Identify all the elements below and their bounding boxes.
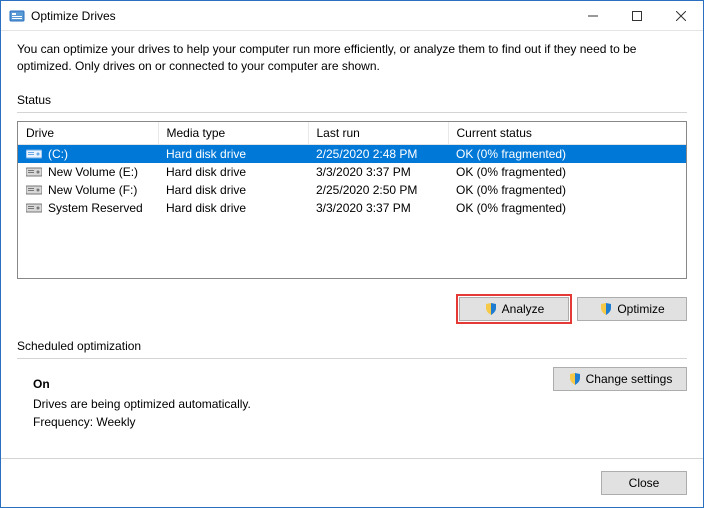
cell-status: OK (0% fragmented) [448, 144, 686, 163]
drive-primary-icon [26, 148, 42, 160]
col-drive[interactable]: Drive [18, 122, 158, 145]
drive-hdd-icon [26, 202, 42, 214]
drive-name: New Volume (F:) [48, 183, 137, 197]
optimize-drives-window: Optimize Drives You can optimize your dr… [0, 0, 704, 508]
cell-media: Hard disk drive [158, 199, 308, 217]
maximize-icon [632, 11, 642, 21]
cell-media: Hard disk drive [158, 144, 308, 163]
close-window-button[interactable] [659, 1, 703, 31]
status-rule [17, 112, 687, 113]
scheduled-on: On [33, 377, 553, 391]
cell-lastrun: 3/3/2020 3:37 PM [308, 163, 448, 181]
close-label: Close [629, 476, 660, 490]
drive-name: New Volume (E:) [48, 165, 138, 179]
window-title: Optimize Drives [31, 9, 116, 23]
change-settings-button[interactable]: Change settings [553, 367, 687, 391]
maximize-button[interactable] [615, 1, 659, 31]
analyze-optimize-row: Analyze Optimize [17, 297, 687, 321]
cell-drive: System Reserved [18, 199, 158, 217]
drive-name: System Reserved [48, 201, 143, 215]
analyze-label: Analyze [502, 302, 545, 316]
shield-icon [568, 372, 582, 386]
close-icon [676, 11, 686, 21]
cell-drive: (C:) [18, 144, 158, 163]
cell-lastrun: 3/3/2020 3:37 PM [308, 199, 448, 217]
col-lastrun[interactable]: Last run [308, 122, 448, 145]
cell-media: Hard disk drive [158, 163, 308, 181]
scheduled-frequency: Frequency: Weekly [33, 415, 553, 429]
optimize-label: Optimize [617, 302, 664, 316]
close-button[interactable]: Close [601, 471, 687, 495]
table-row[interactable]: New Volume (E:) Hard disk drive3/3/2020 3… [18, 163, 686, 181]
cell-status: OK (0% fragmented) [448, 199, 686, 217]
bottom-bar: Close [1, 458, 703, 507]
shield-icon [599, 302, 613, 316]
minimize-button[interactable] [571, 1, 615, 31]
cell-status: OK (0% fragmented) [448, 163, 686, 181]
cell-status: OK (0% fragmented) [448, 181, 686, 199]
drive-name: (C:) [48, 147, 68, 161]
table-header-row: Drive Media type Last run Current status [18, 122, 686, 145]
shield-icon [484, 302, 498, 316]
table-row[interactable]: (C:) Hard disk drive2/25/2020 2:48 PMOK (… [18, 144, 686, 163]
drive-hdd-icon [26, 166, 42, 178]
cell-lastrun: 2/25/2020 2:50 PM [308, 181, 448, 199]
cell-lastrun: 2/25/2020 2:48 PM [308, 144, 448, 163]
scheduled-rule [17, 358, 687, 359]
status-section-label: Status [17, 93, 687, 107]
cell-drive: New Volume (E:) [18, 163, 158, 181]
col-status[interactable]: Current status [448, 122, 686, 145]
table-row[interactable]: System Reserved Hard disk drive3/3/2020 3… [18, 199, 686, 217]
change-settings-label: Change settings [586, 372, 673, 386]
scheduled-auto: Drives are being optimized automatically… [33, 397, 553, 411]
scheduled-body: On Drives are being optimized automatica… [17, 377, 553, 429]
drives-table: Drive Media type Last run Current status… [18, 122, 686, 217]
drive-hdd-icon [26, 184, 42, 196]
table-row[interactable]: New Volume (F:) Hard disk drive2/25/2020 … [18, 181, 686, 199]
app-icon [9, 8, 25, 24]
minimize-icon [588, 11, 598, 21]
cell-drive: New Volume (F:) [18, 181, 158, 199]
intro-text: You can optimize your drives to help you… [17, 41, 687, 75]
analyze-button[interactable]: Analyze [459, 297, 569, 321]
col-media[interactable]: Media type [158, 122, 308, 145]
scheduled-section-label: Scheduled optimization [17, 339, 687, 353]
drives-table-container: Drive Media type Last run Current status… [17, 121, 687, 279]
cell-media: Hard disk drive [158, 181, 308, 199]
titlebar: Optimize Drives [1, 1, 703, 31]
optimize-button[interactable]: Optimize [577, 297, 687, 321]
